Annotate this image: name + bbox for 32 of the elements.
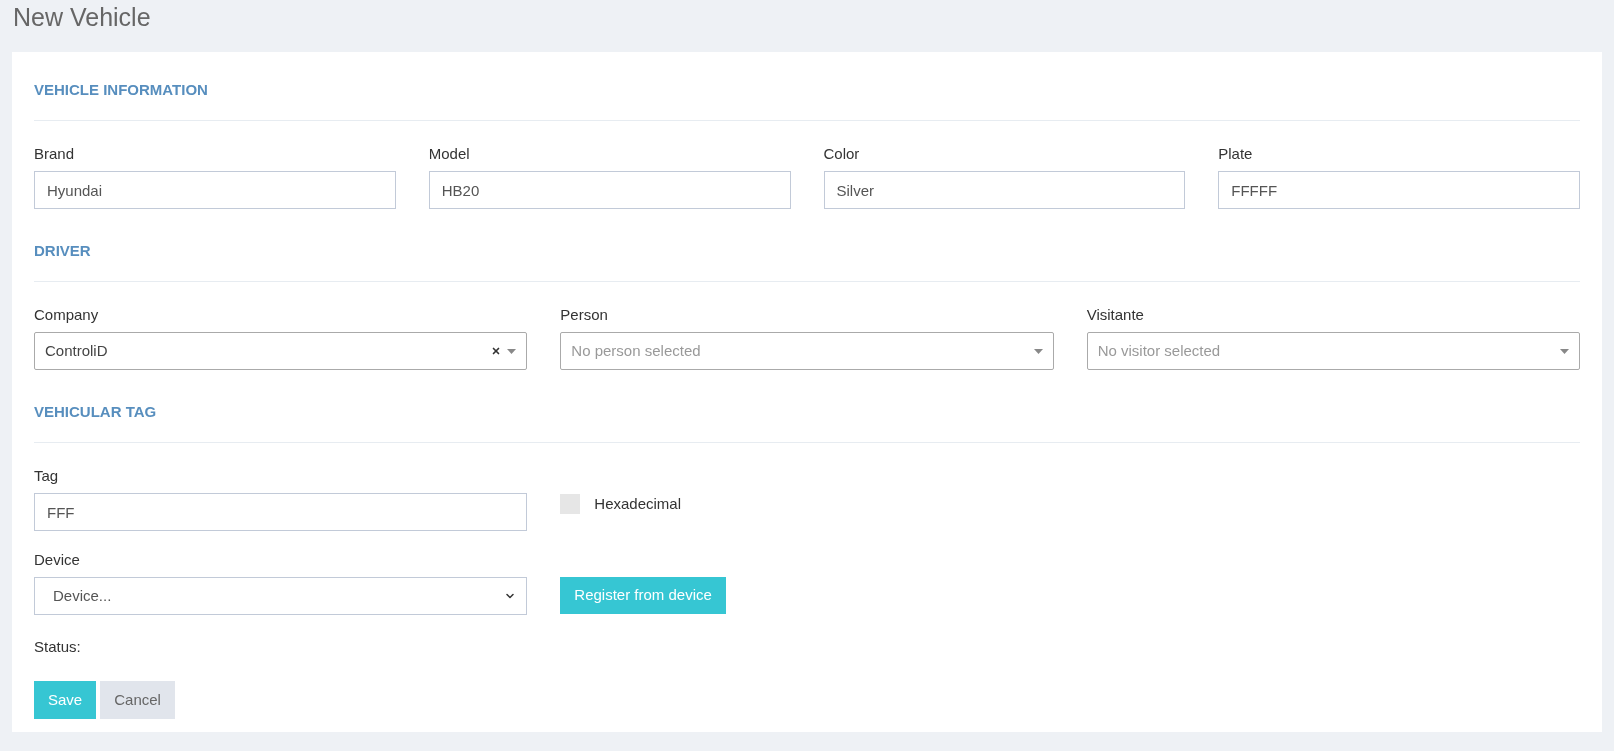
select-value: ControliD: [45, 340, 109, 361]
checkbox-label: Hexadecimal: [594, 493, 682, 514]
field-label: Visitante: [1086, 304, 1144, 325]
section-heading: VEHICULAR TAG: [34, 403, 157, 420]
section-heading: VEHICLE INFORMATION: [34, 81, 208, 98]
text-field[interactable]: FFFFF: [1218, 171, 1580, 209]
field-label: Brand: [34, 143, 75, 164]
dropdown-arrow-icon: [1560, 348, 1569, 354]
field-label: Color: [823, 143, 860, 164]
clear-icon[interactable]: [491, 346, 502, 356]
dropdown-arrow-icon: [1033, 348, 1043, 354]
text-field[interactable]: Silver: [823, 171, 1186, 209]
cancel-button[interactable]: Cancel: [100, 681, 175, 719]
status-label: Status:: [34, 638, 81, 655]
field-label: Device: [34, 549, 80, 570]
text-field[interactable]: HB20: [428, 171, 791, 209]
select-value: Device...: [53, 585, 113, 606]
field-label: Person: [560, 304, 608, 325]
page-title: New Vehicle: [13, 2, 151, 33]
select-placeholder: No person selected: [571, 340, 702, 361]
section-heading: DRIVER: [34, 242, 91, 259]
text-field[interactable]: Hyundai: [34, 171, 396, 209]
checkbox[interactable]: [560, 494, 581, 514]
text-field[interactable]: FFF: [34, 493, 528, 531]
field-label: Company: [34, 304, 99, 325]
select-field[interactable]: Device...: [34, 577, 528, 615]
dropdown-arrow-icon: [507, 348, 517, 354]
field-label: Plate: [1218, 143, 1253, 164]
select-placeholder: No visitor selected: [1097, 340, 1222, 361]
field-label: Tag: [34, 465, 59, 486]
select-field[interactable]: ControliD: [34, 332, 528, 370]
field-label: Model: [428, 143, 470, 164]
